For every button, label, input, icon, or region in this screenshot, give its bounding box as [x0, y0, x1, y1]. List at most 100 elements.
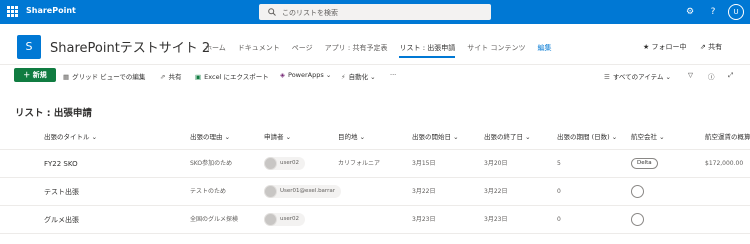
automate-button[interactable]: ⚡ 自動化 ⌄	[341, 71, 376, 81]
cell-title[interactable]: テスト出張	[44, 178, 79, 206]
filter-icon[interactable]: ▽	[688, 71, 693, 79]
cell-reason: 全国のグルメ探検	[190, 216, 239, 223]
person-name: user02	[280, 215, 299, 222]
brand-name[interactable]: SharePoint	[26, 6, 76, 15]
search-box[interactable]: このリストを検索	[259, 4, 491, 20]
export-excel-button[interactable]: ▣ Excel にエクスポート	[195, 71, 269, 81]
suite-bar: SharePoint このリストを検索 ⚙ ? U	[0, 0, 750, 24]
person-chip[interactable]: User01@exel.barrar	[264, 184, 341, 198]
export-excel-label: Excel にエクスポート	[204, 73, 269, 81]
cell-airline	[631, 178, 644, 206]
nav-shared-calendar[interactable]: アプリ : 共有予定表	[325, 43, 388, 58]
column-header-label: 出張のタイトル	[44, 133, 90, 141]
cell-requester: User01@exel.barrar	[264, 178, 341, 206]
column-header-requester[interactable]: 申請者 ⌄	[264, 124, 291, 150]
excel-icon: ▣	[195, 73, 202, 81]
column-header-label: 申請者	[264, 133, 284, 141]
avatar	[264, 212, 277, 226]
cell-title[interactable]: グルメ出張	[44, 206, 79, 234]
cell-start-date: 3月23日	[412, 216, 436, 223]
cell-end-date: 3月23日	[484, 216, 508, 223]
grid-edit-button[interactable]: ▦ グリッド ビューでの編集	[63, 71, 145, 81]
table-row[interactable]: グルメ出張 全国のグルメ探検 user02 3月23日 3月23日 0	[0, 206, 750, 234]
expand-icon[interactable]: ⤢	[728, 71, 733, 80]
follow-button[interactable]: ★ フォロー中	[643, 42, 687, 52]
column-header-title[interactable]: 出張のタイトル ⌄	[44, 124, 97, 150]
cell-duration: 0	[557, 216, 561, 223]
cell-end-date: 3月20日	[484, 160, 508, 167]
column-header-label: 出張の終了日	[484, 133, 523, 141]
powerapps-button[interactable]: ◈ PowerApps ⌄	[280, 71, 331, 79]
user-avatar[interactable]: U	[728, 4, 744, 20]
column-header-duration[interactable]: 出張の期間 (日数) ⌄	[557, 124, 617, 150]
avatar	[264, 184, 277, 198]
powerapps-icon: ◈	[280, 71, 285, 79]
share-icon: ⇗	[160, 73, 166, 81]
cell-start-date: 3月22日	[412, 188, 436, 195]
column-header-label: 出張の期間 (日数)	[557, 133, 610, 141]
view-options-icon: ☰	[604, 73, 610, 81]
nav-documents[interactable]: ドキュメント	[238, 43, 280, 58]
star-icon: ★	[643, 43, 652, 51]
cell-reason: SKO参加のため	[190, 160, 233, 167]
person-name: User01@exel.barrar	[280, 187, 335, 194]
empty-choice-circle	[631, 213, 644, 226]
list-share-button[interactable]: ⇗ 共有	[160, 71, 181, 81]
column-header-start-date[interactable]: 出張の開始日 ⌄	[412, 124, 459, 150]
cell-title[interactable]: FY22 SKO	[44, 150, 78, 178]
site-logo[interactable]: S	[17, 35, 41, 59]
settings-gear-icon[interactable]: ⚙	[683, 5, 697, 19]
info-icon[interactable]: ⓘ	[708, 71, 715, 81]
column-header-label: 航空運賃の概算	[705, 133, 750, 141]
nav-travel-request-list[interactable]: リスト : 出張申請	[399, 43, 456, 58]
powerapps-label: PowerApps	[288, 71, 324, 79]
column-header-label: 航空会社	[631, 133, 657, 141]
more-options-icon[interactable]: ···	[390, 71, 396, 79]
person-chip[interactable]: user02	[264, 156, 305, 170]
view-label: すべてのアイテム	[612, 73, 664, 81]
column-header-row: 出張のタイトル ⌄ 出張の理由 ⌄ 申請者 ⌄ 目的地 ⌄ 出張の開始日 ⌄ 出…	[0, 124, 750, 150]
nav-edit-link[interactable]: 編集	[538, 43, 552, 58]
automate-icon: ⚡	[341, 73, 346, 81]
column-header-label: 目的地	[338, 133, 358, 141]
cell-requester: user02	[264, 206, 305, 234]
cell-end-date: 3月22日	[484, 188, 508, 195]
empty-choice-circle	[631, 185, 644, 198]
cell-duration: 5	[557, 160, 561, 167]
cell-fare: $172,000.00	[705, 160, 744, 167]
nav-pages[interactable]: ページ	[292, 43, 313, 58]
automate-label: 自動化	[348, 73, 369, 81]
site-header: S SharePointテストサイト 2 ホーム ドキュメント ページ アプリ …	[0, 24, 750, 64]
site-title[interactable]: SharePointテストサイト 2	[50, 37, 210, 56]
avatar	[264, 156, 277, 170]
share-icon: ⇗	[700, 43, 709, 51]
new-item-button[interactable]: ＋ 新規	[14, 68, 56, 82]
person-chip[interactable]: user02	[264, 212, 305, 226]
cell-requester: user02	[264, 150, 305, 178]
column-header-airline[interactable]: 航空会社 ⌄	[631, 124, 665, 150]
follow-label: フォロー中	[651, 43, 687, 51]
grid-icon: ▦	[63, 73, 70, 81]
view-selector[interactable]: ☰ すべてのアイテム ⌄	[604, 71, 671, 81]
cell-airline	[631, 206, 644, 234]
table-row[interactable]: テスト出張 テストのため User01@exel.barrar 3月22日 3月…	[0, 178, 750, 206]
column-header-reason[interactable]: 出張の理由 ⌄	[190, 124, 230, 150]
nav-home[interactable]: ホーム	[205, 43, 226, 58]
search-icon	[268, 8, 276, 16]
chevron-down-icon: ⌄	[325, 71, 332, 79]
column-header-destination[interactable]: 目的地 ⌄	[338, 124, 365, 150]
column-header-fare[interactable]: 航空運賃の概算	[705, 124, 750, 150]
table-row[interactable]: FY22 SKO SKO参加のため user02 カリフォルニア 3月15日 3…	[0, 150, 750, 178]
site-share-label: 共有	[708, 43, 723, 51]
list-grid: 出張のタイトル ⌄ 出張の理由 ⌄ 申請者 ⌄ 目的地 ⌄ 出張の開始日 ⌄ 出…	[0, 124, 750, 234]
column-header-label: 出張の開始日	[412, 133, 451, 141]
nav-site-contents[interactable]: サイト コンテンツ	[467, 43, 525, 58]
chevron-down-icon: ⌄	[665, 73, 671, 81]
help-icon[interactable]: ?	[706, 5, 720, 19]
column-header-end-date[interactable]: 出張の終了日 ⌄	[484, 124, 531, 150]
list-title: リスト : 出張申請	[15, 108, 92, 119]
cell-destination: カリフォルニア	[338, 160, 381, 167]
new-item-label: 新規	[32, 71, 47, 79]
app-launcher-icon[interactable]	[7, 6, 18, 17]
site-share-button[interactable]: ⇗ 共有	[700, 42, 722, 52]
